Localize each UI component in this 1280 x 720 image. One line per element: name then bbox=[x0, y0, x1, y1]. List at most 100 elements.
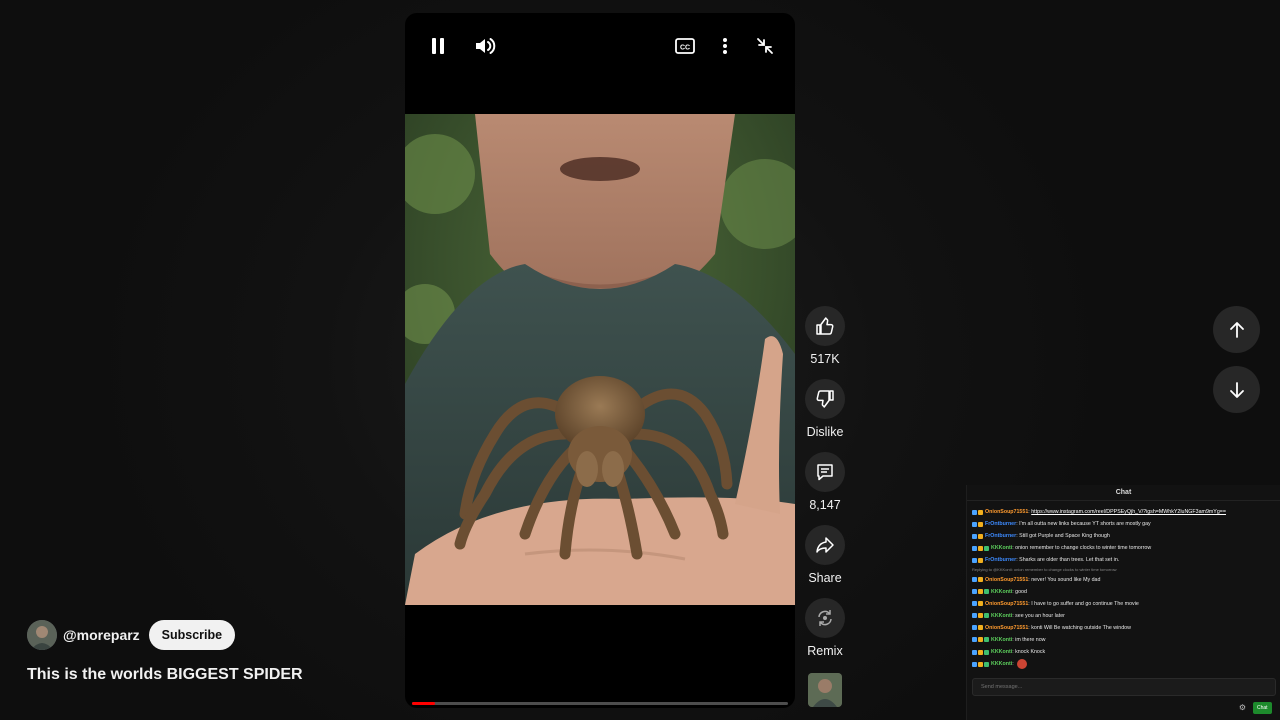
chat-message: KKKonti: im there now bbox=[972, 634, 1277, 646]
badge-icon bbox=[978, 613, 983, 619]
captions-button[interactable]: CC bbox=[665, 26, 705, 66]
user-badges bbox=[972, 613, 989, 619]
user-badges bbox=[972, 557, 983, 563]
channel-avatar[interactable] bbox=[27, 620, 57, 650]
user-badges bbox=[972, 637, 989, 643]
sound-thumbnail-image bbox=[808, 673, 842, 707]
chat-title: Chat bbox=[967, 485, 1280, 501]
share-icon bbox=[816, 537, 834, 553]
badge-icon bbox=[978, 649, 983, 655]
chat-message: OnionSoup71551: never! You sound like My… bbox=[972, 573, 1277, 585]
chat-message: KKKonti: good bbox=[972, 586, 1277, 598]
user-badges bbox=[972, 533, 983, 539]
chat-username[interactable]: KKKonti bbox=[991, 658, 1012, 670]
chat-message: KKKonti: bbox=[972, 658, 1277, 670]
chat-text: Sharks are older than trees. Let that se… bbox=[1019, 557, 1120, 564]
shorts-player[interactable]: CC bbox=[405, 13, 795, 708]
chat-username[interactable]: KKKonti bbox=[991, 610, 1012, 622]
video-progress-bar[interactable] bbox=[412, 702, 788, 705]
player-controls: CC bbox=[405, 13, 795, 83]
chat-username[interactable]: KKKonti bbox=[991, 646, 1012, 658]
chat-message: OnionSoup71551: konti Will Be watching o… bbox=[972, 622, 1277, 634]
badge-icon bbox=[978, 601, 983, 607]
badge-icon bbox=[984, 589, 989, 595]
badge-icon bbox=[978, 545, 983, 551]
channel-name[interactable]: @moreparz bbox=[63, 627, 140, 643]
thumbs-up-icon bbox=[816, 317, 834, 335]
chat-username[interactable]: OnionSoup71551 bbox=[985, 622, 1028, 634]
next-video-button[interactable] bbox=[1213, 366, 1260, 413]
badge-icon bbox=[972, 661, 977, 667]
chat-text: I'm all outta new links because YT short… bbox=[1019, 521, 1151, 528]
user-badges bbox=[972, 625, 983, 631]
badge-icon bbox=[972, 533, 977, 539]
user-badges bbox=[972, 545, 989, 551]
chat-username[interactable]: FrOntburner bbox=[985, 554, 1016, 566]
badge-icon bbox=[972, 625, 977, 631]
chat-link[interactable]: https://www.instagram.com/reel/DPPSEyQjh… bbox=[1031, 506, 1226, 518]
like-button[interactable] bbox=[805, 306, 845, 346]
badge-icon bbox=[972, 613, 977, 619]
chat-username[interactable]: FrOntburner bbox=[985, 518, 1016, 530]
badge-icon bbox=[978, 557, 983, 563]
share-label: Share bbox=[808, 571, 842, 585]
badge-icon bbox=[972, 589, 977, 595]
pause-icon bbox=[432, 38, 444, 54]
chat-username[interactable]: KKKonti bbox=[991, 634, 1012, 646]
chat-username[interactable]: OnionSoup71551 bbox=[985, 574, 1028, 586]
sound-thumbnail[interactable] bbox=[808, 673, 842, 707]
chat-reply-note: Replying to @KKKonti: onion remember to … bbox=[972, 567, 1117, 573]
remix-action: Remix bbox=[805, 598, 845, 658]
pause-button[interactable] bbox=[418, 26, 458, 66]
badge-icon bbox=[978, 521, 983, 527]
badge-icon bbox=[972, 649, 977, 655]
badge-icon bbox=[978, 533, 983, 539]
remix-button[interactable] bbox=[805, 598, 845, 638]
like-count: 517K bbox=[810, 352, 840, 366]
badge-icon bbox=[972, 601, 977, 607]
chat-send-button[interactable]: Chat bbox=[1253, 702, 1272, 714]
subscribe-button[interactable]: Subscribe bbox=[148, 620, 236, 650]
chat-message: OnionSoup71551: https://www.instagram.co… bbox=[972, 506, 1277, 518]
chat-message-list[interactable]: OnionSoup71551: https://www.instagram.co… bbox=[972, 506, 1277, 670]
badge-icon bbox=[972, 545, 977, 551]
previous-video-button[interactable] bbox=[1213, 306, 1260, 353]
dislike-button[interactable] bbox=[805, 379, 845, 419]
share-button[interactable] bbox=[805, 525, 845, 565]
closed-captions-icon: CC bbox=[675, 38, 695, 54]
chat-message-input[interactable] bbox=[972, 678, 1276, 696]
chat-username[interactable]: KKKonti bbox=[991, 586, 1012, 598]
badge-icon bbox=[978, 637, 983, 643]
badge-icon bbox=[978, 589, 983, 595]
chat-message: OnionSoup71551: I have to go suffer and … bbox=[972, 598, 1277, 610]
user-badges bbox=[972, 661, 989, 667]
video-still-spider bbox=[405, 114, 795, 605]
chat-separator: : bbox=[1012, 661, 1016, 668]
exit-fullscreen-button[interactable] bbox=[745, 26, 785, 66]
comments-button[interactable] bbox=[805, 452, 845, 492]
badge-icon bbox=[978, 661, 983, 667]
chat-text: see you an hour later bbox=[1015, 612, 1065, 619]
user-badges bbox=[972, 521, 983, 527]
comment-count: 8,147 bbox=[809, 498, 841, 512]
chat-text: Still got Purple and Space King though bbox=[1019, 533, 1110, 540]
video-frame[interactable] bbox=[405, 114, 795, 605]
badge-icon bbox=[978, 509, 983, 515]
chat-username[interactable]: FrOntburner bbox=[985, 530, 1016, 542]
video-progress-fill bbox=[412, 702, 435, 705]
remix-icon bbox=[818, 610, 832, 626]
badge-icon bbox=[978, 625, 983, 631]
chat-settings-icon[interactable]: ⚙ bbox=[1238, 703, 1247, 712]
avatar-image bbox=[27, 620, 57, 650]
chat-username[interactable]: OnionSoup71551 bbox=[985, 506, 1028, 518]
chat-username[interactable]: KKKonti bbox=[991, 542, 1012, 554]
chat-username[interactable]: OnionSoup71551 bbox=[985, 598, 1028, 610]
user-badges bbox=[972, 601, 983, 607]
chat-message: KKKonti: onion remember to change clocks… bbox=[972, 542, 1277, 554]
more-options-button[interactable] bbox=[705, 26, 745, 66]
arrow-down-icon bbox=[1229, 381, 1244, 398]
volume-button[interactable] bbox=[465, 26, 505, 66]
badge-icon bbox=[978, 577, 983, 583]
chat-message: KKKonti: see you an hour later bbox=[972, 610, 1277, 622]
video-title[interactable]: This is the worlds BIGGEST SPIDER bbox=[27, 666, 303, 684]
